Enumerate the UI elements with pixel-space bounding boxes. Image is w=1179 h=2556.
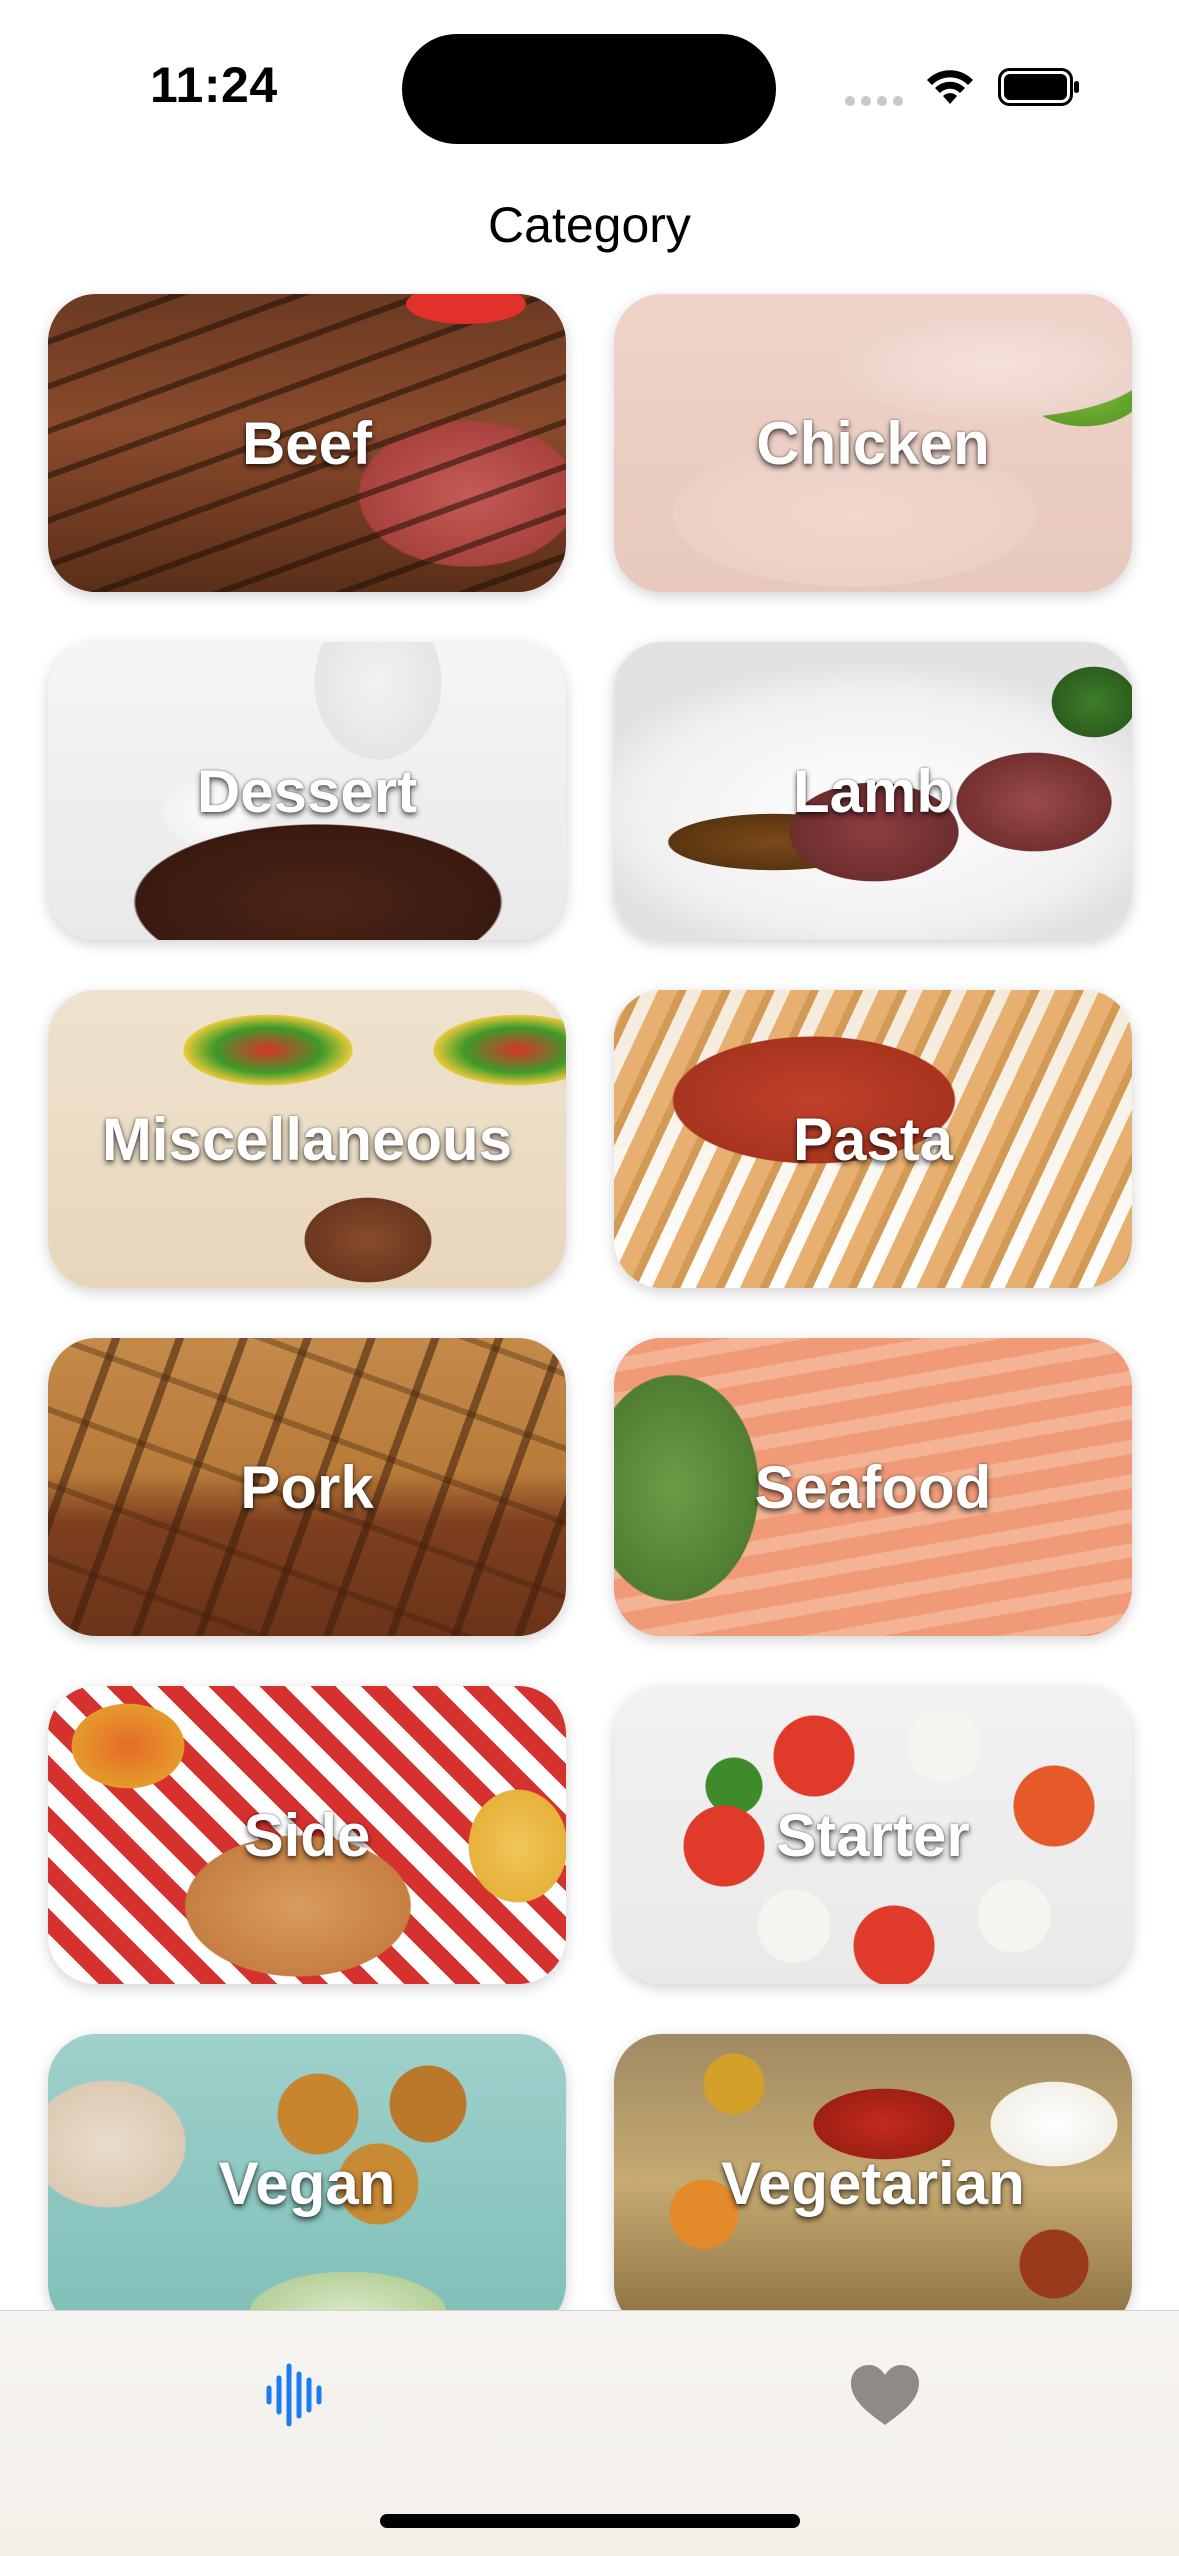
category-label: Pork (240, 1453, 374, 1521)
category-label: Chicken (756, 409, 990, 477)
category-tile-miscellaneous[interactable]: Miscellaneous (48, 990, 566, 1288)
category-tile-dessert[interactable]: Dessert (48, 642, 566, 940)
category-label: Miscellaneous (101, 1105, 513, 1173)
category-grid: Beef Chicken Dessert Lamb Miscellaneous … (0, 0, 1179, 2310)
category-label: Lamb (792, 757, 954, 825)
category-label: Dessert (196, 757, 418, 825)
home-indicator (380, 2514, 800, 2528)
category-label: Pasta (792, 1105, 954, 1173)
category-label: Beef (241, 409, 373, 477)
category-tile-side[interactable]: Side (48, 1686, 566, 1984)
category-tile-pork[interactable]: Pork (48, 1338, 566, 1636)
category-label: Vegan (218, 2149, 396, 2217)
tab-categories[interactable] (236, 2350, 356, 2440)
category-tile-starter[interactable]: Starter (614, 1686, 1132, 1984)
category-tile-vegan[interactable]: Vegan (48, 2034, 566, 2310)
tab-favorites[interactable] (825, 2350, 945, 2440)
screen: 11:24 Category Beef Chicken Dessert Lamb… (0, 0, 1179, 2556)
heart-icon (851, 2365, 919, 2425)
category-label: Side (243, 1801, 371, 1869)
category-tile-lamb[interactable]: Lamb (614, 642, 1132, 940)
category-label: Vegetarian (721, 2149, 1025, 2217)
category-tile-chicken[interactable]: Chicken (614, 294, 1132, 592)
category-tile-vegetarian[interactable]: Vegetarian (614, 2034, 1132, 2310)
category-tile-beef[interactable]: Beef (48, 294, 566, 592)
category-tile-pasta[interactable]: Pasta (614, 990, 1132, 1288)
category-label: Seafood (754, 1453, 992, 1521)
category-tile-seafood[interactable]: Seafood (614, 1338, 1132, 1636)
category-label: Starter (776, 1801, 970, 1869)
waveform-icon (266, 2363, 322, 2427)
